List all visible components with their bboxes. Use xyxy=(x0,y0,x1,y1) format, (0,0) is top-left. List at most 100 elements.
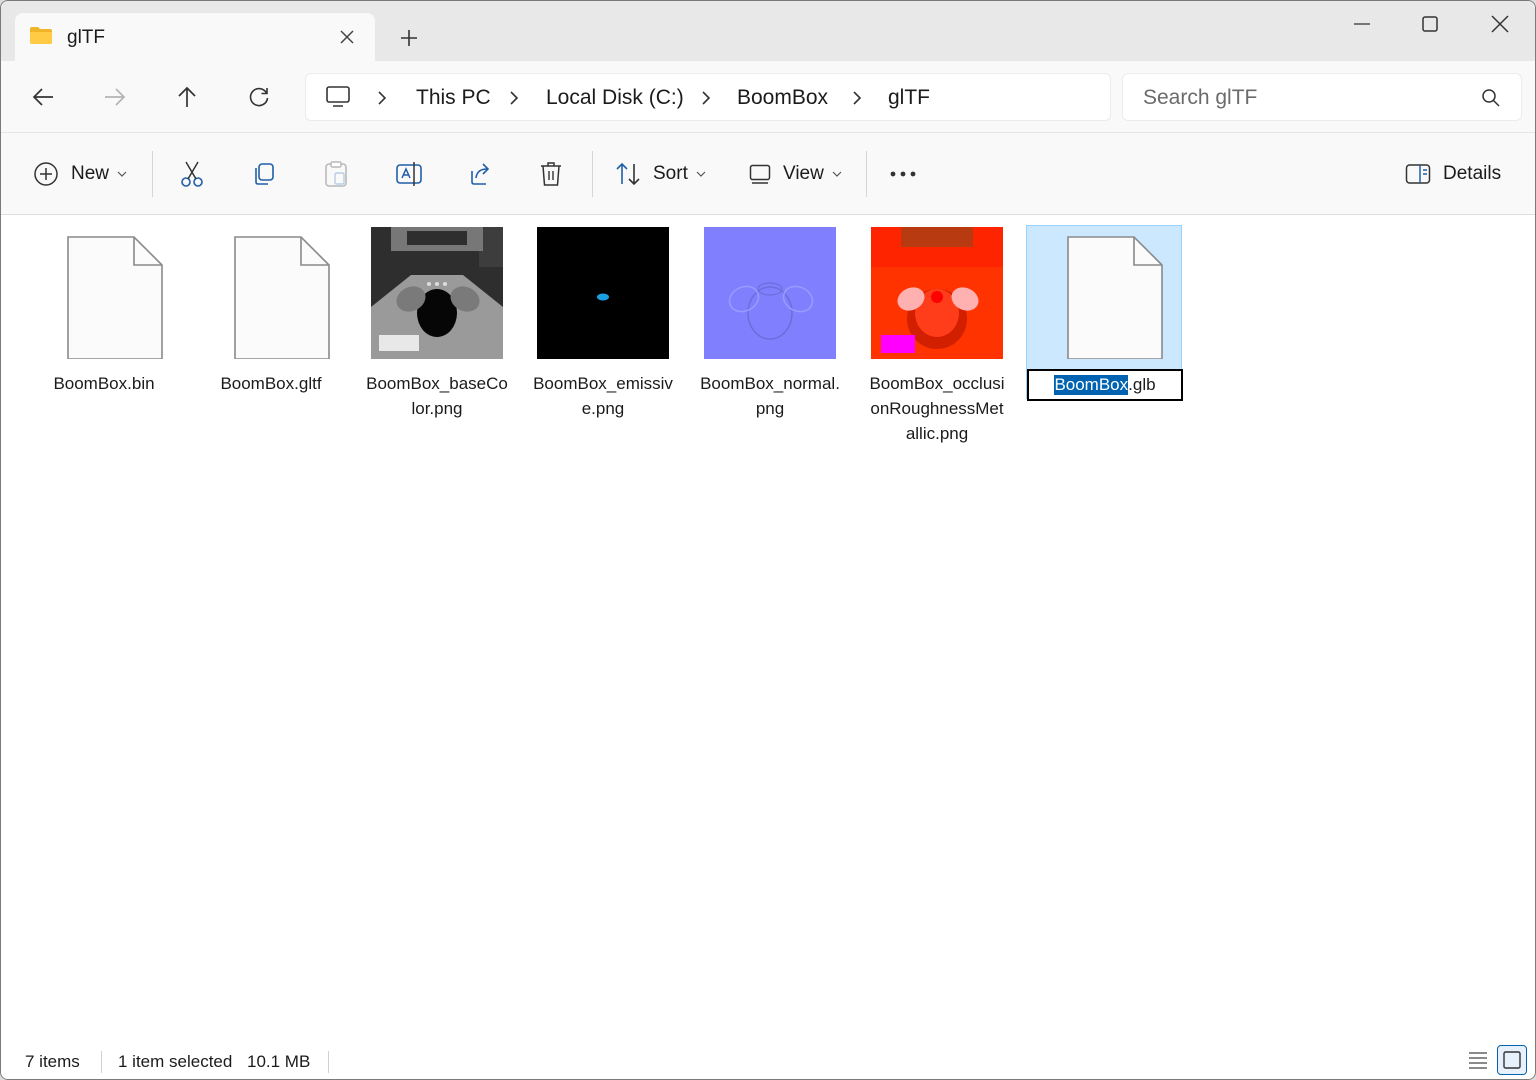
copy-icon xyxy=(255,163,274,185)
file-name: BoomBox_normal.png xyxy=(700,374,840,418)
status-bar: 7 items 1 item selected 10.1 MB xyxy=(1,1039,1535,1079)
generic-file-icon xyxy=(1067,236,1163,359)
chevron-down-icon xyxy=(117,171,127,177)
sort-icon xyxy=(616,162,640,186)
image-thumbnail-icon xyxy=(704,227,836,359)
sort-button[interactable]: Sort xyxy=(615,153,706,195)
title-bar: glTF xyxy=(1,1,1535,61)
navigation-bar: This PC Local Disk (C:) BoomBox glTF xyxy=(1,61,1535,133)
share-icon xyxy=(471,163,490,185)
divider xyxy=(152,151,153,197)
view-label: View xyxy=(783,163,824,184)
file-name: BoomBox_baseColor.png xyxy=(366,374,508,418)
refresh-icon xyxy=(249,87,269,107)
more-options-button[interactable] xyxy=(889,153,917,195)
divider xyxy=(866,151,867,197)
file-list[interactable]: BoomBox.bin BoomBox.gltf BoomBox_baseCol… xyxy=(1,215,1535,1039)
breadcrumb-boombox[interactable]: BoomBox xyxy=(737,86,828,110)
file-item-boombox-bin[interactable]: BoomBox.bin xyxy=(26,227,182,396)
arrow-left-icon xyxy=(32,88,53,106)
trash-icon xyxy=(541,162,561,186)
file-item-orm[interactable]: BoomBox_occlusionRoughnessMetallic.png xyxy=(859,227,1015,446)
chevron-down-icon xyxy=(832,171,842,177)
arrow-up-icon xyxy=(178,86,196,107)
divider xyxy=(592,151,593,197)
chevron-down-icon xyxy=(696,171,706,177)
details-label: Details xyxy=(1443,163,1502,184)
file-item-normal[interactable]: BoomBox_normal.png xyxy=(692,227,848,421)
arrow-right-icon xyxy=(105,88,126,106)
chevron-right-icon xyxy=(702,91,711,105)
image-thumbnail-icon xyxy=(537,227,669,359)
share-button[interactable] xyxy=(467,153,493,195)
search-icon xyxy=(1482,89,1500,107)
file-name: BoomBox.bin xyxy=(53,374,155,393)
back-button[interactable] xyxy=(25,79,61,115)
file-item-emissive[interactable]: BoomBox_emissive.png xyxy=(525,227,681,421)
up-button[interactable] xyxy=(169,79,205,115)
selected-size: 10.1 MB xyxy=(247,1052,311,1071)
details-button[interactable]: Details xyxy=(1405,153,1501,195)
chevron-right-icon xyxy=(853,91,862,105)
delete-button[interactable] xyxy=(539,153,563,195)
computer-icon xyxy=(326,86,350,107)
command-bar: New Sort View Details xyxy=(1,133,1535,215)
copy-button[interactable] xyxy=(251,153,277,195)
address-bar[interactable]: This PC Local Disk (C:) BoomBox glTF xyxy=(305,73,1111,121)
file-name: BoomBox.gltf xyxy=(220,374,322,393)
maximize-icon xyxy=(1422,16,1438,32)
image-thumbnail-icon xyxy=(371,227,503,359)
search-input[interactable] xyxy=(1143,84,1473,112)
breadcrumb-local-disk[interactable]: Local Disk (C:) xyxy=(546,86,684,110)
plus-icon xyxy=(401,30,417,46)
close-icon xyxy=(1491,15,1509,33)
rename-selected-text: BoomBox xyxy=(1054,375,1129,395)
close-tab-button[interactable] xyxy=(333,23,361,51)
new-label: New xyxy=(71,163,110,184)
more-icon xyxy=(890,171,916,177)
cut-button[interactable] xyxy=(179,153,205,195)
rename-input[interactable]: BoomBox .glb xyxy=(1027,369,1183,401)
new-button[interactable]: New xyxy=(33,153,127,195)
divider xyxy=(328,1051,329,1073)
rename-extension-text: .glb xyxy=(1128,375,1156,394)
breadcrumb-this-pc[interactable]: This PC xyxy=(416,86,491,110)
refresh-button[interactable] xyxy=(241,79,277,115)
file-name: BoomBox_emissive.png xyxy=(533,374,673,418)
close-window-button[interactable] xyxy=(1465,1,1535,47)
scissors-icon xyxy=(181,161,203,187)
maximize-button[interactable] xyxy=(1395,1,1465,47)
new-tab-button[interactable] xyxy=(393,23,425,53)
search-box[interactable] xyxy=(1122,73,1522,121)
list-view-icon xyxy=(1469,1052,1487,1069)
items-count: 7 items xyxy=(25,1052,80,1071)
breadcrumb-gltf[interactable]: glTF xyxy=(888,86,930,110)
sort-label: Sort xyxy=(653,163,688,184)
rename-icon xyxy=(396,162,422,186)
folder-icon xyxy=(30,27,52,44)
minimize-button[interactable] xyxy=(1327,1,1397,47)
generic-file-icon xyxy=(234,236,330,359)
close-icon xyxy=(340,30,354,44)
paste-button[interactable] xyxy=(323,153,349,195)
rename-button[interactable] xyxy=(395,153,423,195)
file-explorer-window: glTF This PC Local Disk (C:) BoomBox glT… xyxy=(0,0,1536,1080)
minimize-icon xyxy=(1354,23,1370,25)
image-thumbnail-icon xyxy=(871,227,1003,359)
file-name: BoomBox_occlusionRoughnessMetallic.png xyxy=(869,374,1005,443)
selected-count: 1 item selected xyxy=(118,1052,233,1071)
clipboard-icon xyxy=(325,161,347,187)
view-button[interactable]: View xyxy=(749,153,842,195)
tab-gltf[interactable]: glTF xyxy=(15,13,375,61)
details-pane-icon xyxy=(1405,164,1431,184)
plus-circle-icon xyxy=(34,162,58,186)
details-view-button[interactable] xyxy=(1463,1045,1493,1075)
file-item-basecolor[interactable]: BoomBox_baseColor.png xyxy=(359,227,515,421)
chevron-right-icon xyxy=(510,91,519,105)
tile-view-icon xyxy=(1503,1051,1521,1069)
file-item-boombox-gltf[interactable]: BoomBox.gltf xyxy=(193,227,349,396)
forward-button[interactable] xyxy=(97,79,133,115)
view-icon xyxy=(749,164,771,184)
tab-title: glTF xyxy=(67,27,105,48)
large-icons-view-button[interactable] xyxy=(1497,1045,1527,1075)
